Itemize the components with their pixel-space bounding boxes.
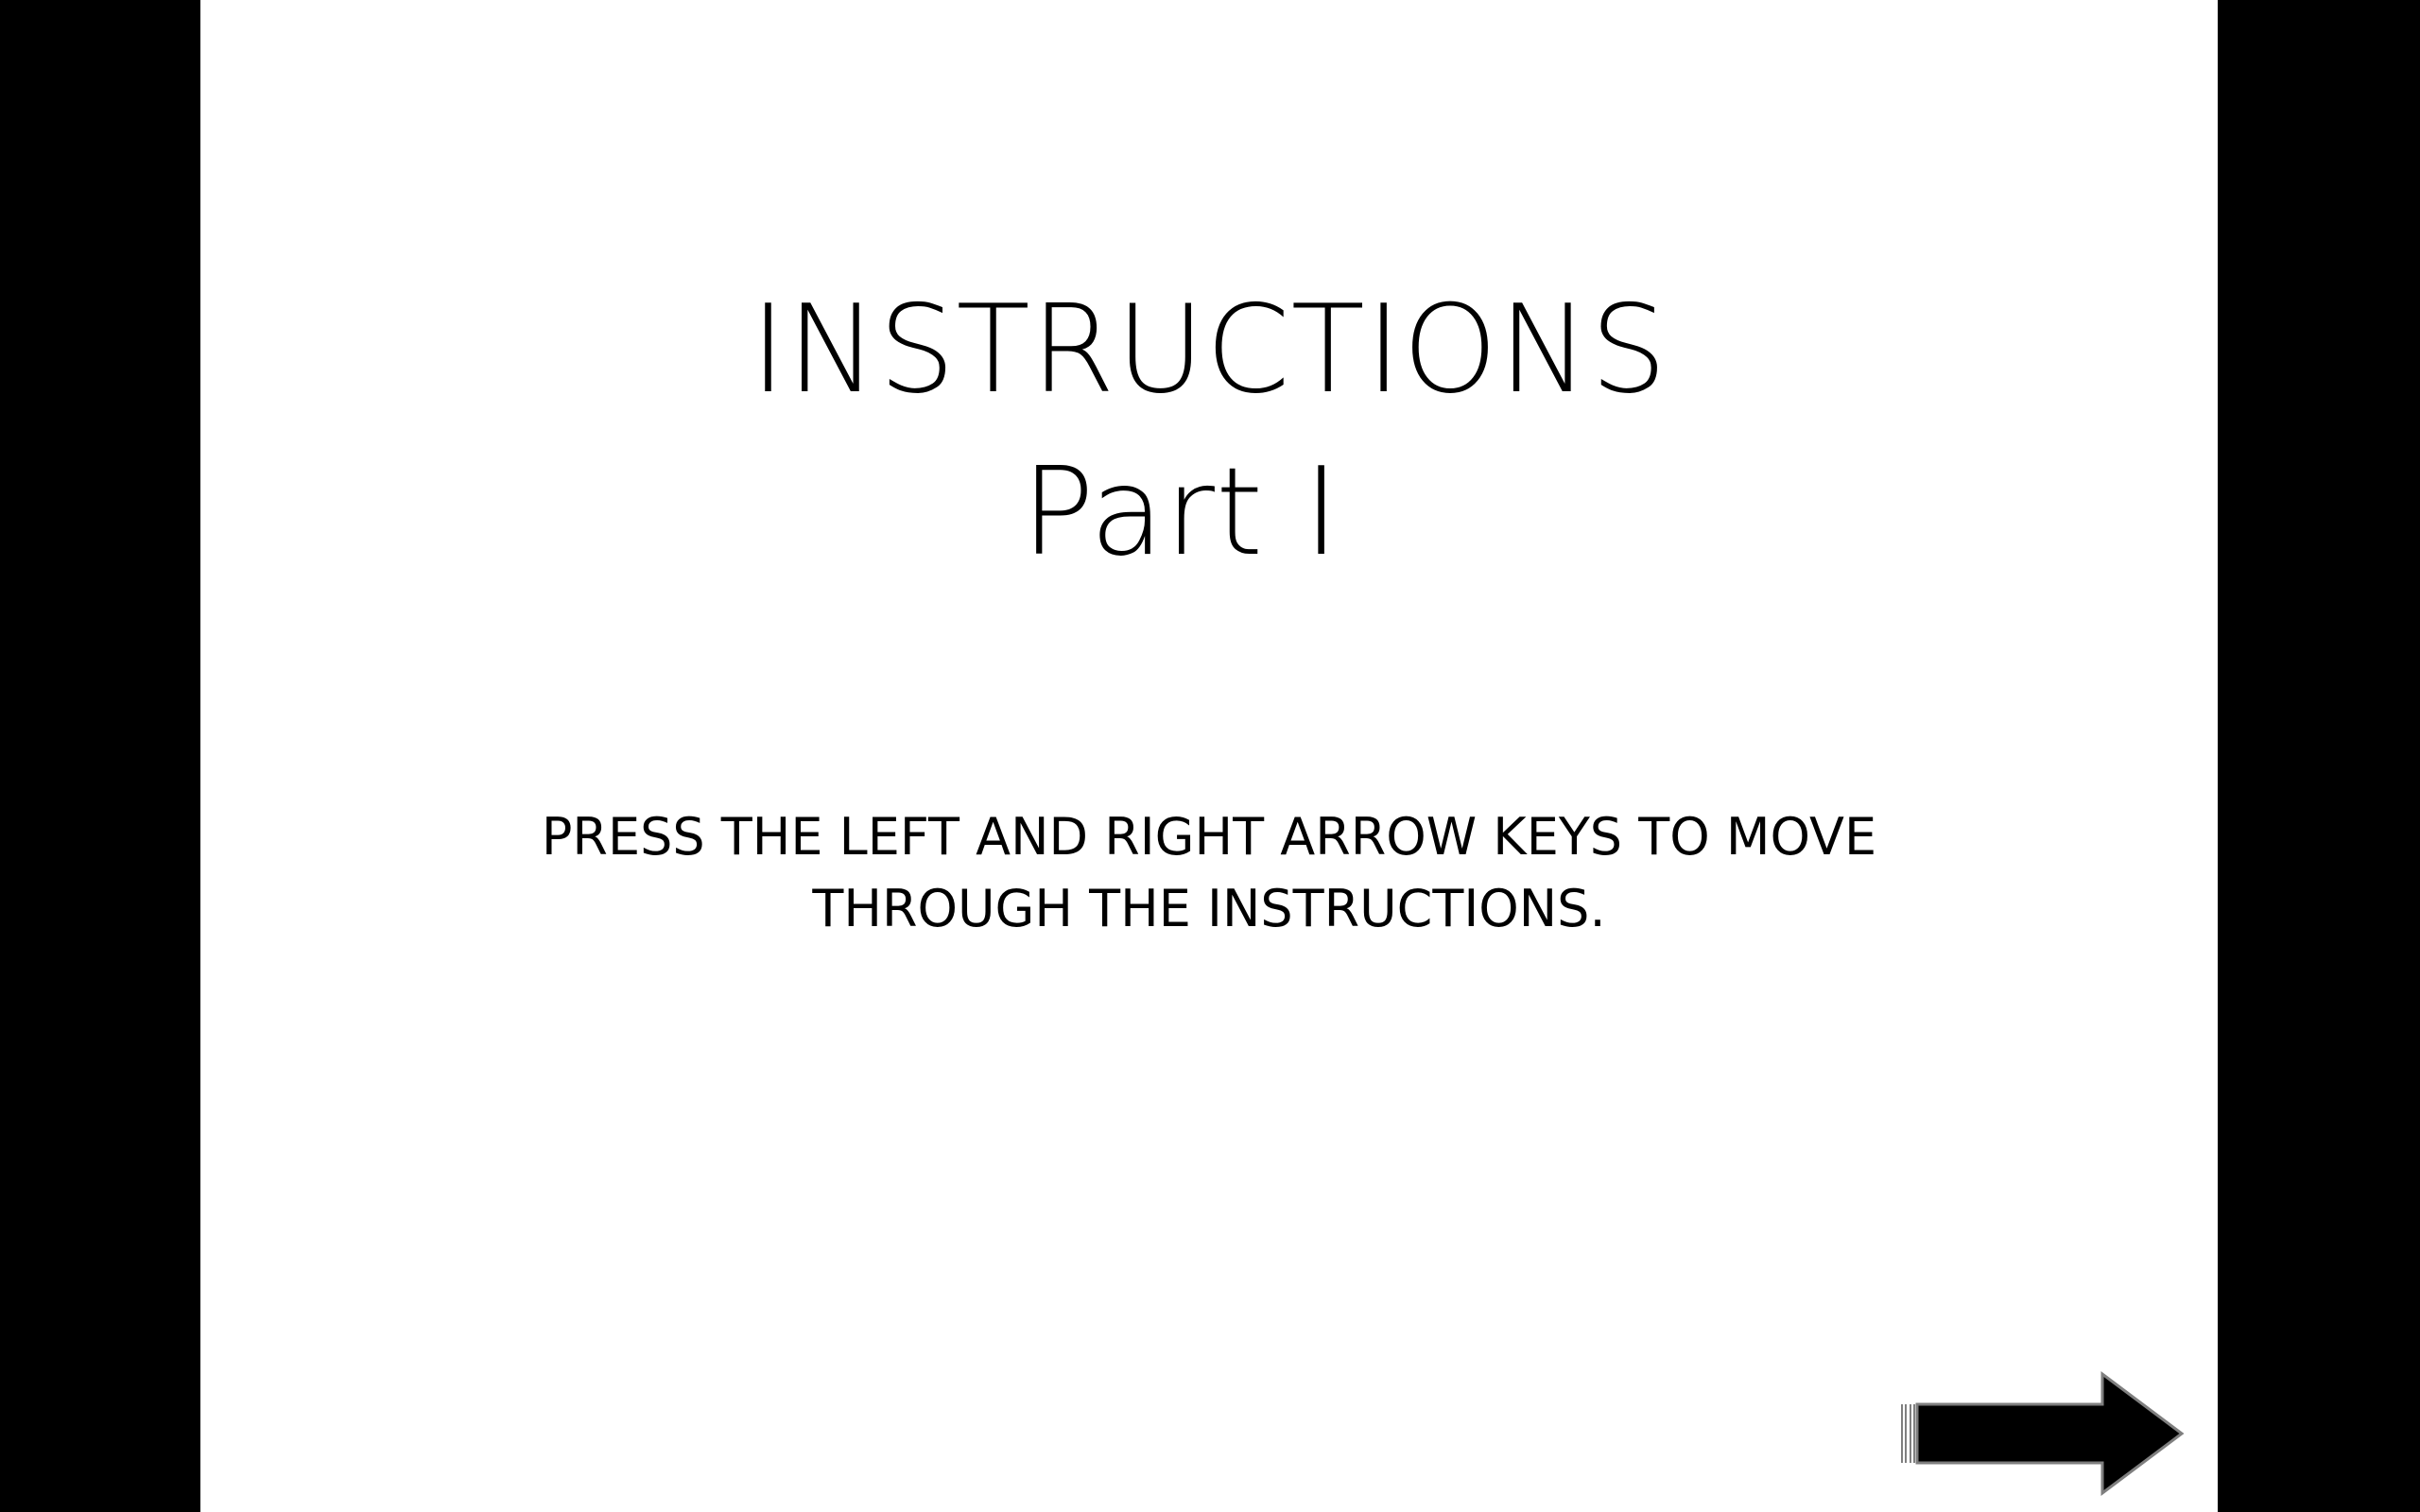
title-line-instructions: INSTRUCTIONS [750, 280, 1668, 421]
next-slide-button[interactable] [1896, 1370, 2189, 1497]
instruction-line-2: THROUGH THE INSTRUCTIONS. [812, 879, 1606, 938]
right-arrow-icon [1901, 1371, 2185, 1496]
title-line-part: Part I [1021, 442, 1340, 583]
presentation-window: INSTRUCTIONS Part I PRESS THE LEFT AND R… [0, 0, 2420, 1512]
instruction-line-1: PRESS THE LEFT AND RIGHT ARROW KEYS TO M… [541, 807, 1877, 867]
slide-title: INSTRUCTIONS Part I [200, 269, 2218, 594]
instruction-text: PRESS THE LEFT AND RIGHT ARROW KEYS TO M… [200, 801, 2218, 945]
slide: INSTRUCTIONS Part I PRESS THE LEFT AND R… [200, 0, 2218, 1512]
